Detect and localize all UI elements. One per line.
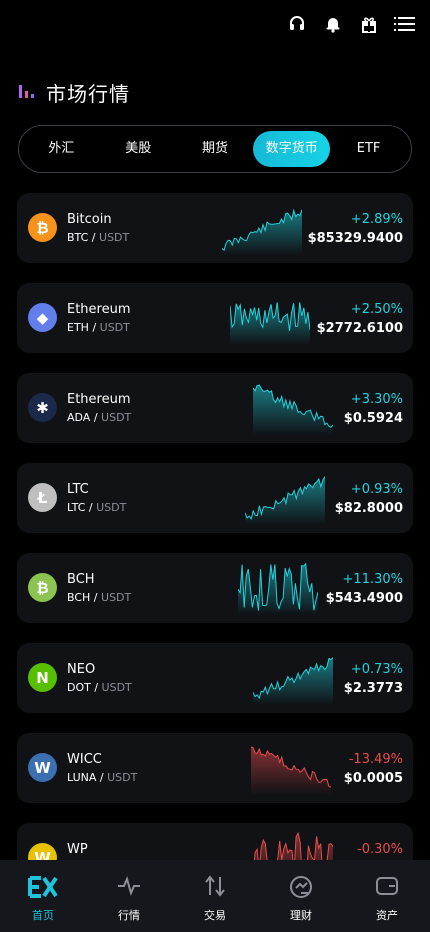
coin-name: WICC: [67, 752, 102, 767]
last-price: $2772.6100: [316, 321, 403, 336]
last-price: $543.4900: [325, 591, 403, 606]
trading-pair: ETH / USDT: [67, 321, 130, 334]
litecoin-icon: Ł: [28, 483, 57, 512]
price-change: +3.30%: [350, 392, 403, 407]
top-bar: [286, 10, 416, 38]
coin-name: NEO: [67, 662, 96, 677]
tab-0[interactable]: 外汇: [23, 131, 100, 167]
pulse-icon: [117, 875, 141, 901]
price-change: +0.73%: [350, 662, 403, 677]
gift-icon[interactable]: [358, 13, 380, 35]
trading-pair: BCH / USDT: [67, 591, 131, 604]
coin-name: WP: [67, 842, 88, 857]
quote-symbol: USDT: [101, 681, 132, 694]
price-sparkline: [253, 384, 333, 435]
price-sparkline: [238, 562, 318, 615]
nav-item-0[interactable]: 首页: [0, 860, 86, 932]
coin-name: Ethereum: [67, 302, 131, 317]
nav-item-4[interactable]: 资产: [344, 860, 430, 932]
price-change: +0.93%: [350, 482, 403, 497]
neo-icon: N: [28, 663, 57, 692]
trading-pair: BTC / USDT: [67, 231, 129, 244]
swap-arrows-icon: [203, 875, 227, 901]
price-sparkline: [253, 657, 333, 705]
market-row[interactable]: Ł LTC LTC / USDT +0.93% $82.8000: [17, 463, 413, 533]
last-price: $0.0005: [343, 771, 403, 786]
cardano-icon: ✱: [28, 393, 57, 422]
price-change: +2.89%: [350, 212, 403, 227]
coin-name: BCH: [67, 572, 95, 587]
bottom-navigation: 首页 行情 交易 理财 资产: [0, 860, 430, 932]
home-logo-icon: [28, 875, 58, 901]
nav-item-1[interactable]: 行情: [86, 860, 172, 932]
bell-icon[interactable]: [322, 13, 344, 35]
last-price: $82.8000: [334, 501, 403, 516]
trading-pair: ADA / USDT: [67, 411, 131, 424]
nav-label: 理财: [290, 909, 312, 922]
market-row[interactable]: W WICC LUNA / USDT -13.49% $0.0005: [17, 733, 413, 803]
nav-label: 资产: [376, 909, 398, 922]
quote-symbol: USDT: [101, 411, 132, 424]
bitcoin-cash-icon: ₿: [28, 573, 57, 602]
base-symbol: DOT /: [67, 681, 102, 694]
coin-name: LTC: [67, 482, 89, 497]
nav-label: 交易: [204, 909, 226, 922]
wicc-icon: W: [28, 753, 57, 782]
base-symbol: ETH /: [67, 321, 100, 334]
coin-name: Bitcoin: [67, 212, 112, 227]
quote-symbol: USDT: [101, 591, 132, 604]
base-symbol: BTC /: [67, 231, 100, 244]
trading-pair: LTC / USDT: [67, 501, 126, 514]
base-symbol: LTC /: [67, 501, 97, 514]
base-symbol: ADA /: [67, 411, 102, 424]
last-price: $0.5924: [343, 411, 403, 426]
price-change: +11.30%: [342, 572, 403, 587]
price-sparkline: [251, 746, 331, 795]
wallet-icon: [375, 875, 399, 901]
tab-4[interactable]: ETF: [330, 131, 407, 167]
price-change: -0.30%: [357, 842, 403, 857]
nav-label: 行情: [118, 909, 140, 922]
price-sparkline: [245, 476, 325, 525]
market-row[interactable]: ₿ Bitcoin BTC / USDT +2.89% $85329.9400: [17, 193, 413, 263]
market-row[interactable]: ✱ Ethereum ADA / USDT +3.30% $0.5924: [17, 373, 413, 443]
market-row[interactable]: N NEO DOT / USDT +0.73% $2.3773: [17, 643, 413, 713]
nav-item-2[interactable]: 交易: [172, 860, 258, 932]
tab-2[interactable]: 期货: [177, 131, 254, 167]
page-title: 市场行情: [46, 82, 130, 106]
quote-symbol: USDT: [107, 771, 138, 784]
bitcoin-icon: ₿: [28, 213, 57, 242]
price-change: +2.50%: [350, 302, 403, 317]
last-price: $2.3773: [343, 681, 403, 696]
nav-label: 首页: [32, 909, 54, 922]
base-symbol: BCH /: [67, 591, 102, 604]
last-price: $85329.9400: [307, 231, 403, 246]
tab-3[interactable]: 数字货币: [253, 131, 331, 167]
nav-item-3[interactable]: 理财: [258, 860, 344, 932]
quote-symbol: USDT: [96, 501, 127, 514]
base-symbol: LUNA /: [67, 771, 108, 784]
headset-icon[interactable]: [286, 13, 308, 35]
coin-name: Ethereum: [67, 392, 131, 407]
ethereum-icon: ◆: [28, 303, 57, 332]
price-sparkline: [230, 302, 310, 345]
quote-symbol: USDT: [99, 321, 130, 334]
trading-pair: DOT / USDT: [67, 681, 132, 694]
market-row[interactable]: ◆ Ethereum ETH / USDT +2.50% $2772.6100: [17, 283, 413, 353]
price-sparkline: [222, 208, 302, 255]
finance-icon: [289, 875, 313, 901]
quote-symbol: USDT: [99, 231, 130, 244]
bar-chart-icon: [18, 82, 36, 104]
price-change: -13.49%: [348, 752, 403, 767]
market-row[interactable]: ₿ BCH BCH / USDT +11.30% $543.4900: [17, 553, 413, 623]
trading-pair: LUNA / USDT: [67, 771, 137, 784]
market-category-tabs: 外汇 美股 期货 数字货币 ETF: [18, 125, 412, 173]
menu-icon[interactable]: [394, 13, 416, 35]
section-header: 市场行情: [18, 78, 130, 107]
tab-1[interactable]: 美股: [100, 131, 177, 167]
